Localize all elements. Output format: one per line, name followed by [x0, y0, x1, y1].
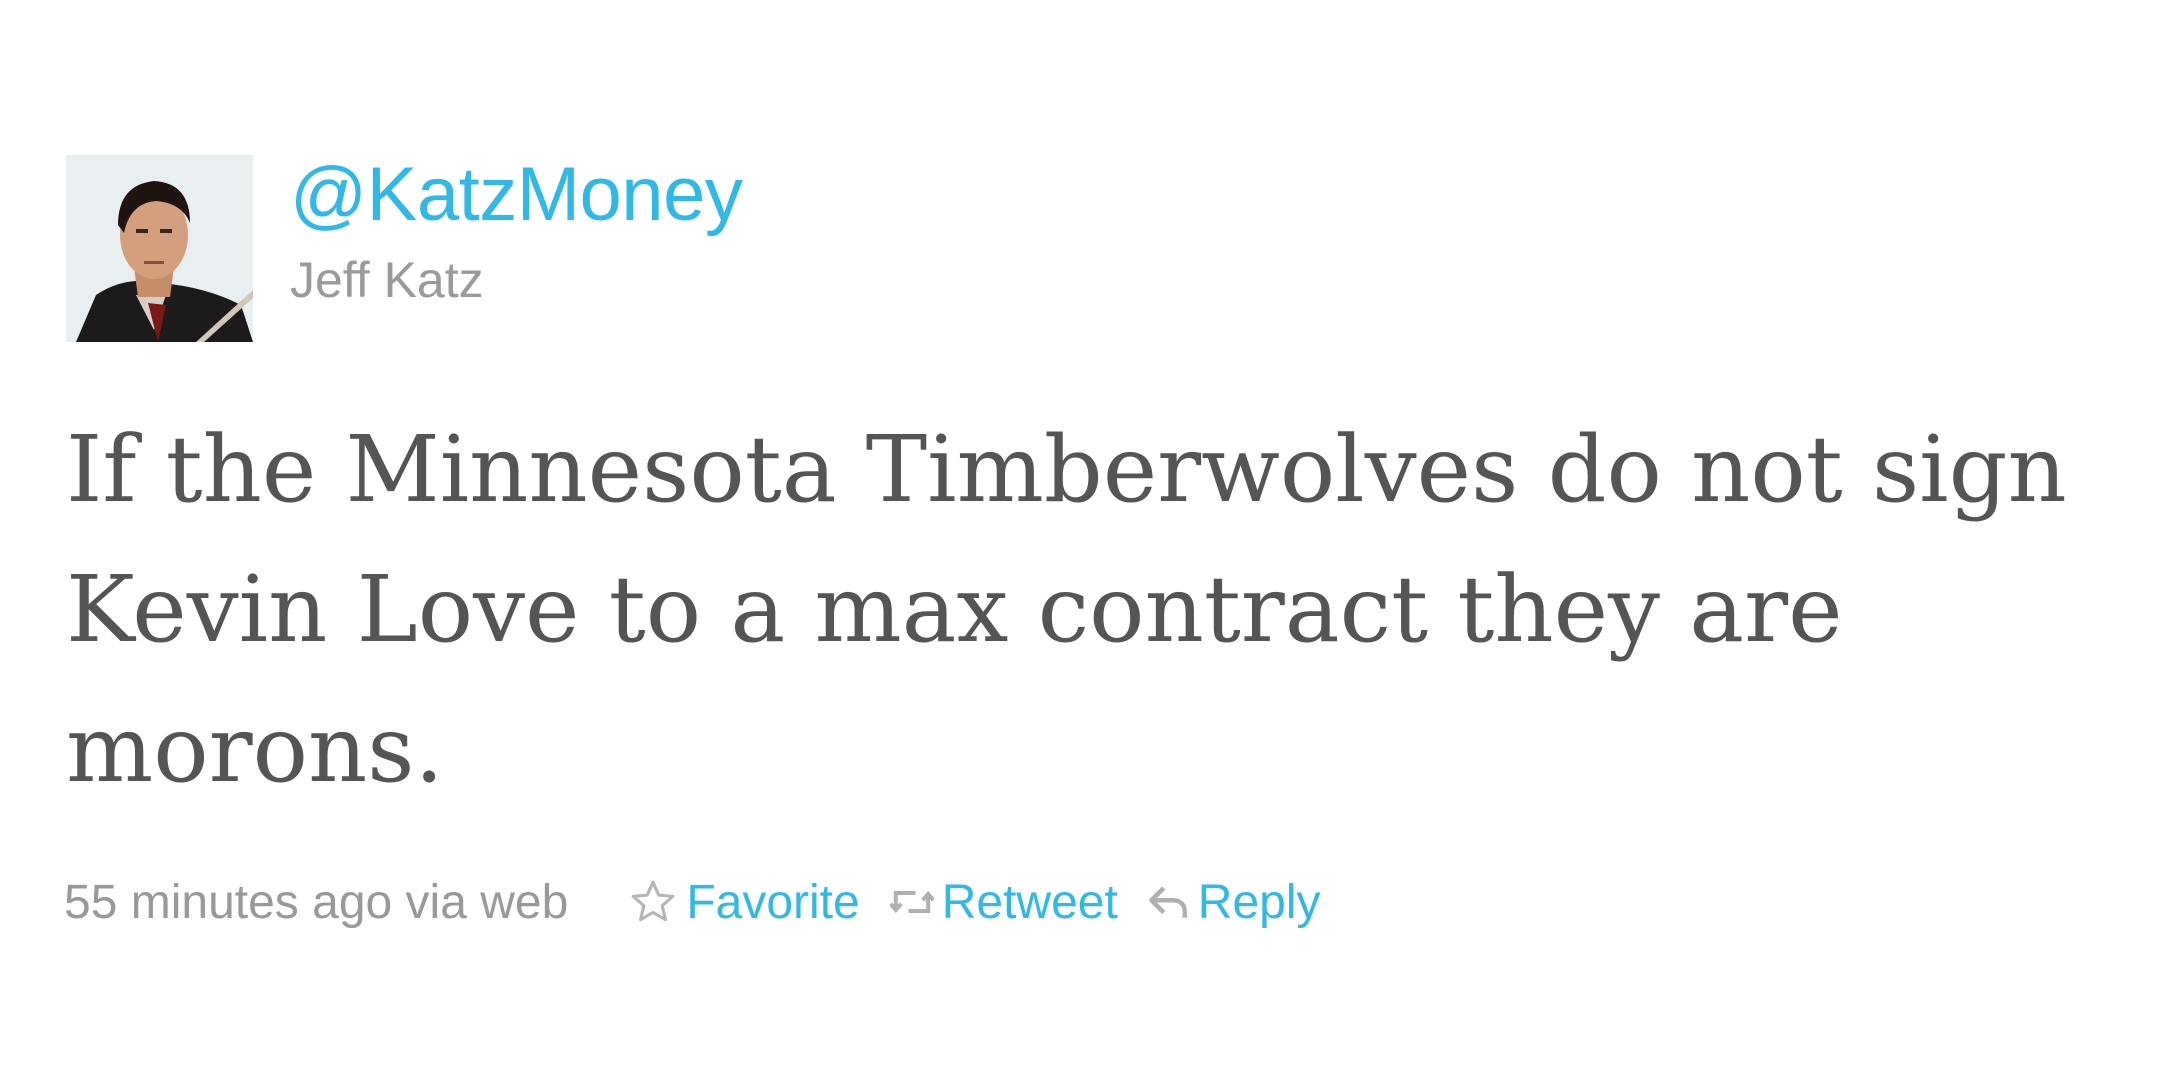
avatar-image [66, 155, 253, 342]
avatar[interactable] [66, 155, 253, 342]
retweet-label: Retweet [941, 875, 1118, 929]
user-handle-link[interactable]: @KatzMoney [290, 150, 743, 240]
star-icon [628, 877, 678, 927]
reply-arrow-icon [1148, 882, 1190, 922]
favorite-label: Favorite [686, 875, 860, 929]
tweet-meta-bar: 55 minutes ago via web Favorite Retweet [64, 872, 1351, 932]
tweet-timestamp[interactable]: 55 minutes ago via web [64, 875, 568, 930]
user-full-name: Jeff Katz [290, 252, 484, 308]
reply-button[interactable]: Reply [1148, 875, 1321, 930]
tweet-text: If the Minnesota Timberwolves do not sig… [66, 416, 2067, 803]
retweet-icon [889, 884, 934, 920]
reply-label: Reply [1197, 875, 1321, 929]
tweet-card: @KatzMoney Jeff Katz If the Minnesota Ti… [0, 0, 2160, 1070]
retweet-button[interactable]: Retweet [889, 875, 1118, 930]
favorite-button[interactable]: Favorite [628, 875, 860, 930]
